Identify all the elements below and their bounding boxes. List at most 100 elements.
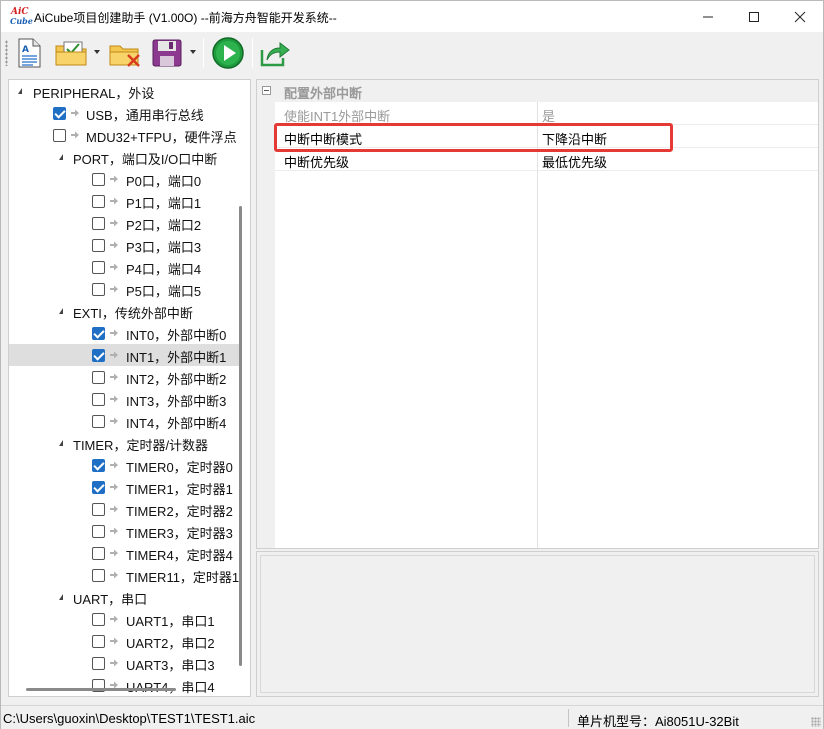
tree-item[interactable]: PORT，端口及I/O口中断: [9, 146, 239, 168]
tree-item[interactable]: INT0，外部中断0: [9, 322, 239, 344]
status-file-path: C:\Users\guoxin\Desktop\TEST1\TEST1.aic: [3, 711, 256, 726]
tree-item[interactable]: P0口，端口0: [9, 168, 239, 190]
tree-item-label: USB，通用串行总线: [86, 108, 204, 123]
toolbar-separator: [252, 38, 253, 68]
tree-item[interactable]: PERIPHERAL，外设: [9, 80, 239, 102]
expand-arrow-icon[interactable]: [59, 154, 63, 160]
tree-checkbox[interactable]: [92, 195, 105, 208]
toolbar-grip[interactable]: [5, 40, 8, 66]
tree-checkbox[interactable]: [92, 459, 105, 472]
expand-arrow-icon[interactable]: [59, 440, 63, 446]
tree-checkbox[interactable]: [92, 239, 105, 252]
tree-item[interactable]: UART1，串口1: [9, 608, 239, 630]
status-separator: [568, 709, 569, 727]
save-dropdown-arrow[interactable]: [190, 50, 196, 54]
tree-checkbox[interactable]: [92, 547, 105, 560]
peripheral-tree[interactable]: PERIPHERAL，外设 USB，通用串行总线 MDU32+TFPU，硬件浮点 PO…: [8, 79, 251, 697]
tree-item[interactable]: INT2，外部中断2: [9, 366, 239, 388]
tree-item[interactable]: INT3，外部中断3: [9, 388, 239, 410]
tree-checkbox[interactable]: [92, 613, 105, 626]
tree-item-label: UART1，串口1: [126, 614, 215, 629]
generate-run-button[interactable]: [209, 36, 247, 70]
tree-item-label: TIMER，定时器/计数器: [73, 438, 209, 453]
tree-item-label: P5口，端口5: [126, 284, 202, 299]
svg-text:A: A: [22, 45, 29, 55]
tree-checkbox[interactable]: [92, 503, 105, 516]
tree-item[interactable]: TIMER3，定时器3: [9, 520, 239, 542]
tree-item[interactable]: TIMER1，定时器1: [9, 476, 239, 498]
tree-item-label: INT3，外部中断3: [126, 394, 227, 409]
tree-checkbox[interactable]: [53, 129, 66, 142]
tree-item-label: TIMER2，定时器2: [126, 504, 233, 519]
tree-item[interactable]: TIMER4，定时器4: [9, 542, 239, 564]
tree-item[interactable]: TIMER，定时器/计数器: [9, 432, 239, 454]
resize-grip[interactable]: [811, 717, 821, 727]
tree-checkbox[interactable]: [92, 261, 105, 274]
tree-item[interactable]: UART4，串口4: [9, 674, 239, 696]
tree-item[interactable]: TIMER2，定时器2: [9, 498, 239, 520]
minimize-button[interactable]: [685, 1, 731, 32]
tree-checkbox[interactable]: [92, 349, 105, 362]
tree-checkbox[interactable]: [92, 657, 105, 670]
tree-checkbox[interactable]: [92, 525, 105, 538]
property-category[interactable]: 配置外部中断: [257, 80, 818, 102]
tree-checkbox[interactable]: [92, 569, 105, 582]
tree-item[interactable]: INT1，外部中断1: [9, 344, 239, 366]
tree-item-label: P2口，端口2: [126, 218, 202, 233]
tree-checkbox[interactable]: [92, 371, 105, 384]
open-project-button[interactable]: [53, 36, 89, 70]
tree-item[interactable]: INT4，外部中断4: [9, 410, 239, 432]
tree-horizontal-scrollbar[interactable]: [26, 688, 176, 691]
close-project-button[interactable]: [107, 36, 143, 70]
tree-item[interactable]: UART，串口: [9, 586, 239, 608]
tree-item[interactable]: USB，通用串行总线: [9, 102, 239, 124]
arrow-right-icon: [110, 395, 118, 403]
property-row-enable-int1[interactable]: 使能INT1外部中断 是: [275, 102, 818, 125]
arrow-right-icon: [110, 329, 118, 337]
save-project-button[interactable]: [149, 36, 185, 70]
tree-item[interactable]: P3口，端口3: [9, 234, 239, 256]
tree-item-label: UART，串口: [73, 592, 148, 607]
tree-checkbox[interactable]: [92, 635, 105, 648]
arrow-right-icon: [110, 219, 118, 227]
property-value[interactable]: 最低优先级: [542, 152, 607, 171]
tree-checkbox[interactable]: [53, 107, 66, 120]
tree-vertical-scrollbar[interactable]: [239, 206, 242, 666]
tree-item[interactable]: P2口，端口2: [9, 212, 239, 234]
tree-item[interactable]: P4口，端口4: [9, 256, 239, 278]
tree-item-label: P3口，端口3: [126, 240, 202, 255]
tree-item[interactable]: MDU32+TFPU，硬件浮点: [9, 124, 239, 146]
tree-checkbox[interactable]: [92, 217, 105, 230]
tree-checkbox[interactable]: [92, 327, 105, 340]
expand-arrow-icon[interactable]: [18, 88, 22, 94]
tree-checkbox[interactable]: [92, 415, 105, 428]
tree-item[interactable]: EXTI，传统外部中断: [9, 300, 239, 322]
tree-item[interactable]: P1口，端口1: [9, 190, 239, 212]
tree-checkbox[interactable]: [92, 481, 105, 494]
collapse-category-icon[interactable]: [262, 86, 271, 95]
tree-item[interactable]: UART2，串口2: [9, 630, 239, 652]
arrow-right-icon: [110, 197, 118, 205]
tree-checkbox[interactable]: [92, 283, 105, 296]
tree-checkbox[interactable]: [92, 173, 105, 186]
tree-item[interactable]: TIMER0，定时器0: [9, 454, 239, 476]
open-dropdown-arrow[interactable]: [94, 50, 100, 54]
new-project-button[interactable]: A: [13, 36, 45, 70]
toolbar: A: [1, 32, 823, 75]
tree-item[interactable]: UART3，串口3: [9, 652, 239, 674]
window-title: AiCube项目创建助手 (V1.00O) --前海方舟智能开发系统--: [34, 11, 337, 25]
tree-checkbox[interactable]: [92, 393, 105, 406]
tree-item-label: P1口，端口1: [126, 196, 202, 211]
category-label: 配置外部中断: [284, 86, 363, 101]
maximize-button[interactable]: [731, 1, 777, 32]
tree-item-label: EXTI，传统外部中断: [73, 306, 193, 321]
close-button[interactable]: [777, 1, 823, 32]
expand-arrow-icon[interactable]: [59, 594, 63, 600]
export-button[interactable]: [258, 36, 292, 70]
tree-item-label: P4口，端口4: [126, 262, 202, 277]
tree-item[interactable]: P5口，端口5: [9, 278, 239, 300]
tree-item[interactable]: TIMER11，定时器11: [9, 564, 239, 586]
expand-arrow-icon[interactable]: [59, 308, 63, 314]
tree-item-label: INT2，外部中断2: [126, 372, 227, 387]
arrow-right-icon: [110, 351, 118, 359]
